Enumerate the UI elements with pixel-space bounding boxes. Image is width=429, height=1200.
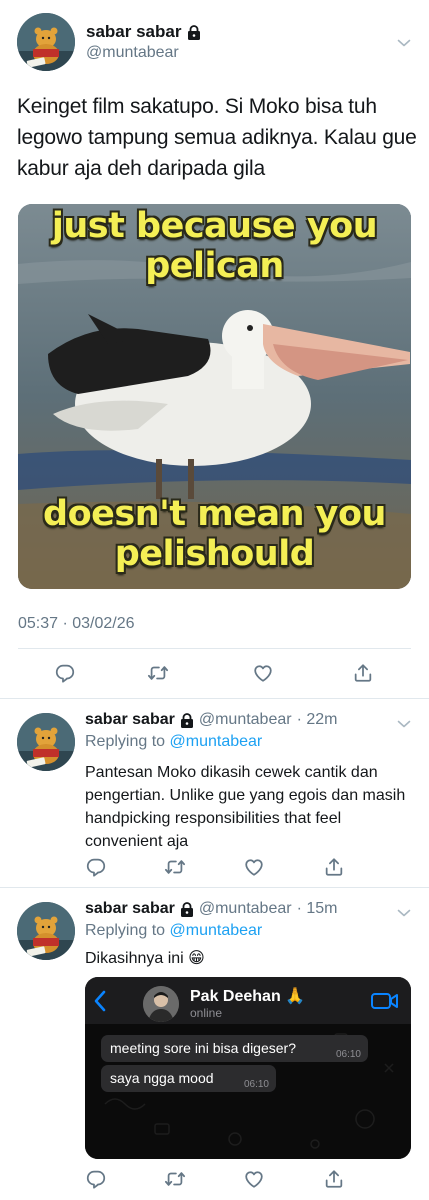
tweet-actions (18, 648, 411, 698)
reply-header: sabar sabar @muntabear · 22m (85, 711, 337, 729)
reply-icon[interactable] (85, 856, 107, 878)
meme-caption-top-line2: pelican (145, 246, 284, 286)
mention-link[interactable]: @muntabear (170, 733, 263, 750)
author-handle[interactable]: @muntabear (199, 711, 292, 729)
chevron-down-icon[interactable] (397, 38, 411, 48)
back-arrow-icon (94, 990, 106, 1012)
meme-caption-bottom-line2: pelishould (114, 534, 315, 574)
reply-time[interactable]: · 22m (297, 711, 338, 729)
contact-status: online (190, 1006, 223, 1020)
reply-time[interactable]: · 15m (297, 900, 338, 918)
chevron-down-icon[interactable] (397, 908, 411, 918)
meme-caption-top-line1: just because you (51, 206, 378, 246)
reply-header: sabar sabar @muntabear · 15m (85, 900, 337, 918)
tweet-timestamp[interactable]: 05:37 · 03/02/26 (18, 615, 135, 633)
retweet-icon[interactable] (164, 1168, 186, 1190)
mention-link[interactable]: @muntabear (170, 922, 263, 939)
meme-caption-bottom-line1: doesn't mean you (43, 494, 386, 534)
message-text: saya ngga mood (110, 1070, 214, 1086)
tweet-text: Keinget film sakatupo. Si Moko bisa tuh … (17, 95, 417, 180)
retweet-icon[interactable] (164, 856, 186, 878)
meme-caption-top: just because you pelican (18, 206, 411, 286)
chat-message: saya ngga mood 06:10 (101, 1065, 276, 1092)
chat-screenshot-image[interactable]: Pak Deehan 🙏 online meeting sore ini bis… (85, 977, 411, 1159)
video-call-icon (371, 993, 398, 1009)
like-icon[interactable] (243, 1168, 265, 1190)
contact-name: Pak Deehan 🙏 (190, 988, 306, 1005)
contact-avatar (143, 986, 179, 1022)
message-text: meeting sore ini bisa digeser? (110, 1040, 296, 1056)
share-icon[interactable] (323, 856, 345, 878)
replying-to: Replying to @muntabear (85, 922, 262, 940)
lock-icon (187, 25, 201, 40)
like-icon[interactable] (252, 662, 274, 684)
lock-icon (180, 902, 194, 917)
display-name[interactable]: sabar sabar (86, 22, 181, 42)
display-name[interactable]: sabar sabar (85, 711, 175, 729)
divider (0, 887, 429, 888)
share-icon[interactable] (323, 1168, 345, 1190)
main-tweet: sabar sabar @muntabear Keinget film saka… (0, 0, 429, 698)
avatar[interactable] (17, 902, 75, 960)
share-icon[interactable] (352, 662, 374, 684)
tweet-actions (85, 1168, 385, 1200)
avatar[interactable] (17, 713, 75, 771)
meme-caption-bottom: doesn't mean you pelishould (18, 494, 411, 574)
replying-prefix: Replying to (85, 733, 166, 750)
chat-message: meeting sore ini bisa digeser? 06:10 (101, 1035, 368, 1062)
chat-area: meeting sore ini bisa digeser? 06:10 say… (85, 1024, 411, 1159)
reply-icon[interactable] (85, 1168, 107, 1190)
author-name-row[interactable]: sabar sabar (86, 22, 201, 42)
tweet-text: Dikasihnya ini 😁 (85, 950, 205, 967)
retweet-icon[interactable] (147, 662, 169, 684)
message-time: 06:10 (243, 1079, 269, 1090)
tweet-text: Pantesan Moko dikasih cewek cantik dan p… (85, 764, 406, 850)
message-time: 06:10 (335, 1049, 361, 1060)
lock-icon (180, 713, 194, 728)
replying-prefix: Replying to (85, 922, 166, 939)
tweet-image[interactable]: just because you pelican doesn't mean yo… (18, 204, 411, 589)
reply-icon[interactable] (54, 662, 76, 684)
like-icon[interactable] (243, 856, 265, 878)
chat-header: Pak Deehan 🙏 online (85, 977, 411, 1024)
author-handle[interactable]: @muntabear (199, 900, 292, 918)
chevron-down-icon[interactable] (397, 719, 411, 729)
author-handle[interactable]: @muntabear (86, 44, 179, 62)
reply-tweet[interactable]: sabar sabar @muntabear · 22m Replying to… (0, 700, 429, 887)
avatar[interactable] (17, 13, 75, 71)
divider (0, 698, 429, 699)
display-name[interactable]: sabar sabar (85, 900, 175, 918)
replying-to: Replying to @muntabear (85, 733, 262, 751)
